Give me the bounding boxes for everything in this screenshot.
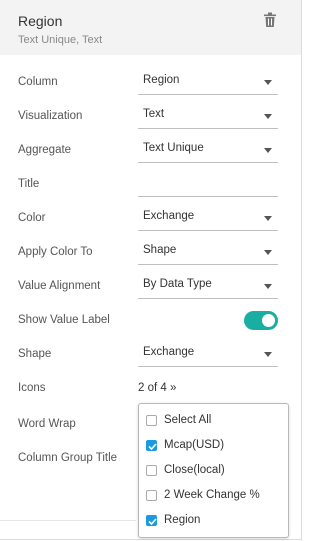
color-label: Color: [18, 212, 46, 224]
option-label: Region: [164, 514, 201, 526]
checkbox[interactable]: [146, 415, 157, 426]
icons-option-close-local[interactable]: Close(local): [139, 459, 288, 484]
visualization-value: Text: [143, 108, 165, 120]
aggregate-select[interactable]: Text Unique: [138, 138, 278, 163]
icons-label: Icons: [18, 382, 46, 394]
word-wrap-label: Word Wrap: [18, 418, 76, 430]
aggregate-value: Text Unique: [143, 142, 204, 154]
icons-option-2-week-change[interactable]: 2 Week Change %: [139, 484, 288, 509]
value-alignment-select[interactable]: By Data Type: [138, 274, 278, 299]
divider: [0, 520, 136, 521]
color-value: Exchange: [143, 210, 195, 222]
apply-color-to-value: Shape: [143, 244, 177, 256]
icons-option-mcap[interactable]: Mcap(USD): [139, 434, 288, 459]
row-column: Column Region: [0, 65, 301, 99]
chevron-down-icon: [264, 114, 272, 119]
apply-color-to-label: Apply Color To: [18, 246, 93, 258]
chevron-down-icon: [264, 352, 272, 357]
show-value-label-toggle[interactable]: [244, 311, 278, 330]
title-input[interactable]: [138, 172, 278, 197]
panel-title: Region: [18, 13, 63, 29]
chevron-down-icon: [264, 148, 272, 153]
icons-option-region[interactable]: Region: [139, 509, 288, 534]
row-visualization: Visualization Text: [0, 99, 301, 133]
value-alignment-label: Value Alignment: [18, 280, 101, 292]
checkbox-checked[interactable]: [146, 440, 157, 451]
column-select[interactable]: Region: [138, 70, 278, 95]
toggle-knob: [262, 314, 275, 327]
chevron-down-icon: [264, 216, 272, 221]
checkbox-checked[interactable]: [146, 515, 157, 526]
value-alignment-value: By Data Type: [143, 278, 212, 290]
row-aggregate: Aggregate Text Unique: [0, 133, 301, 167]
checkbox[interactable]: [146, 490, 157, 501]
panel-subtitle: Text Unique, Text: [18, 34, 103, 46]
aggregate-label: Aggregate: [18, 144, 72, 156]
row-show-value-label: Show Value Label: [0, 303, 301, 337]
icons-select[interactable]: 2 of 4 »: [138, 371, 176, 405]
visualization-select[interactable]: Text: [138, 104, 278, 129]
row-apply-color-to: Apply Color To Shape: [0, 235, 301, 269]
color-select[interactable]: Exchange: [138, 206, 278, 231]
row-value-alignment: Value Alignment By Data Type: [0, 269, 301, 303]
option-label: Select All: [164, 414, 212, 426]
option-label: Mcap(USD): [164, 439, 225, 451]
check-icon: [148, 518, 157, 526]
panel-header: Region Text Unique, Text: [0, 0, 301, 55]
row-title: Title: [0, 167, 301, 201]
icons-dropdown: Select All Mcap(USD) Close(local) 2 Week…: [138, 403, 289, 538]
trash-icon[interactable]: [263, 12, 277, 28]
column-label: Column: [18, 76, 58, 88]
shape-select[interactable]: Exchange: [138, 342, 278, 367]
chevron-down-icon: [264, 284, 272, 289]
row-icons: Icons 2 of 4 »: [0, 371, 301, 405]
show-value-label-label: Show Value Label: [18, 314, 110, 326]
apply-color-to-select[interactable]: Shape: [138, 240, 278, 265]
shape-value: Exchange: [143, 346, 195, 358]
column-value: Region: [143, 74, 180, 86]
column-group-title-label: Column Group Title: [18, 452, 118, 464]
chevron-down-icon: [264, 250, 272, 255]
option-label: 2 Week Change %: [164, 489, 260, 501]
checkbox[interactable]: [146, 465, 157, 476]
title-label: Title: [18, 178, 40, 190]
chevron-down-icon: [264, 80, 272, 85]
row-shape: Shape Exchange: [0, 337, 301, 371]
icons-option-select-all[interactable]: Select All: [139, 409, 288, 434]
option-label: Close(local): [164, 464, 225, 476]
row-color: Color Exchange: [0, 201, 301, 235]
check-icon: [148, 443, 157, 451]
shape-label: Shape: [18, 348, 52, 360]
visualization-label: Visualization: [18, 110, 83, 122]
